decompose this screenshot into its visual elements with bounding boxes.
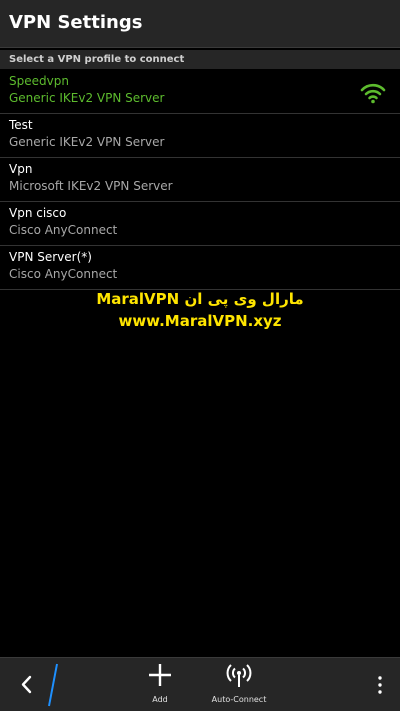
back-divider (48, 663, 58, 707)
title-bar: VPN Settings (0, 0, 400, 48)
profile-type: Generic IKEv2 VPN Server (9, 135, 165, 149)
more-vertical-icon[interactable] (374, 672, 386, 698)
vpn-profile-test[interactable]: Test Generic IKEv2 VPN Server (0, 114, 400, 158)
antenna-icon (226, 664, 252, 687)
profile-name: Vpn cisco (9, 206, 67, 220)
watermark-brand: MaralVPN مارال وی پی ان (96, 290, 304, 308)
page-title: VPN Settings (9, 12, 143, 33)
watermark: MaralVPN مارال وی پی ان www.MaralVPN.xyz (60, 288, 340, 332)
vpn-profile-vpn-server[interactable]: VPN Server(*) Cisco AnyConnect (0, 246, 400, 290)
profile-name: Test (9, 118, 33, 132)
profile-type: Cisco AnyConnect (9, 223, 118, 237)
watermark-url: www.MaralVPN.xyz (118, 312, 282, 330)
action-bar: Add Auto-Connect (0, 657, 400, 711)
profile-type: Generic IKEv2 VPN Server (9, 91, 165, 105)
section-header: Select a VPN profile to connect (0, 50, 400, 69)
profile-name: Speedvpn (9, 74, 69, 88)
vpn-profile-vpn[interactable]: Vpn Microsoft IKEv2 VPN Server (0, 158, 400, 202)
add-button[interactable]: Add (140, 662, 180, 710)
back-button[interactable] (0, 658, 44, 711)
auto-connect-label: Auto-Connect (211, 695, 267, 704)
wifi-signal-icon (360, 83, 386, 104)
chevron-left-icon (21, 675, 32, 694)
profile-name: VPN Server(*) (9, 250, 92, 264)
vpn-profile-speedvpn[interactable]: Speedvpn Generic IKEv2 VPN Server (0, 70, 400, 114)
vpn-profile-vpn-cisco[interactable]: Vpn cisco Cisco AnyConnect (0, 202, 400, 246)
auto-connect-button[interactable]: Auto-Connect (204, 662, 274, 710)
add-label: Add (152, 695, 168, 704)
vpn-profile-list: Speedvpn Generic IKEv2 VPN Server Test G… (0, 70, 400, 290)
profile-type: Microsoft IKEv2 VPN Server (9, 179, 173, 193)
profile-type: Cisco AnyConnect (9, 267, 118, 281)
plus-icon (149, 664, 171, 686)
profile-name: Vpn (9, 162, 33, 176)
